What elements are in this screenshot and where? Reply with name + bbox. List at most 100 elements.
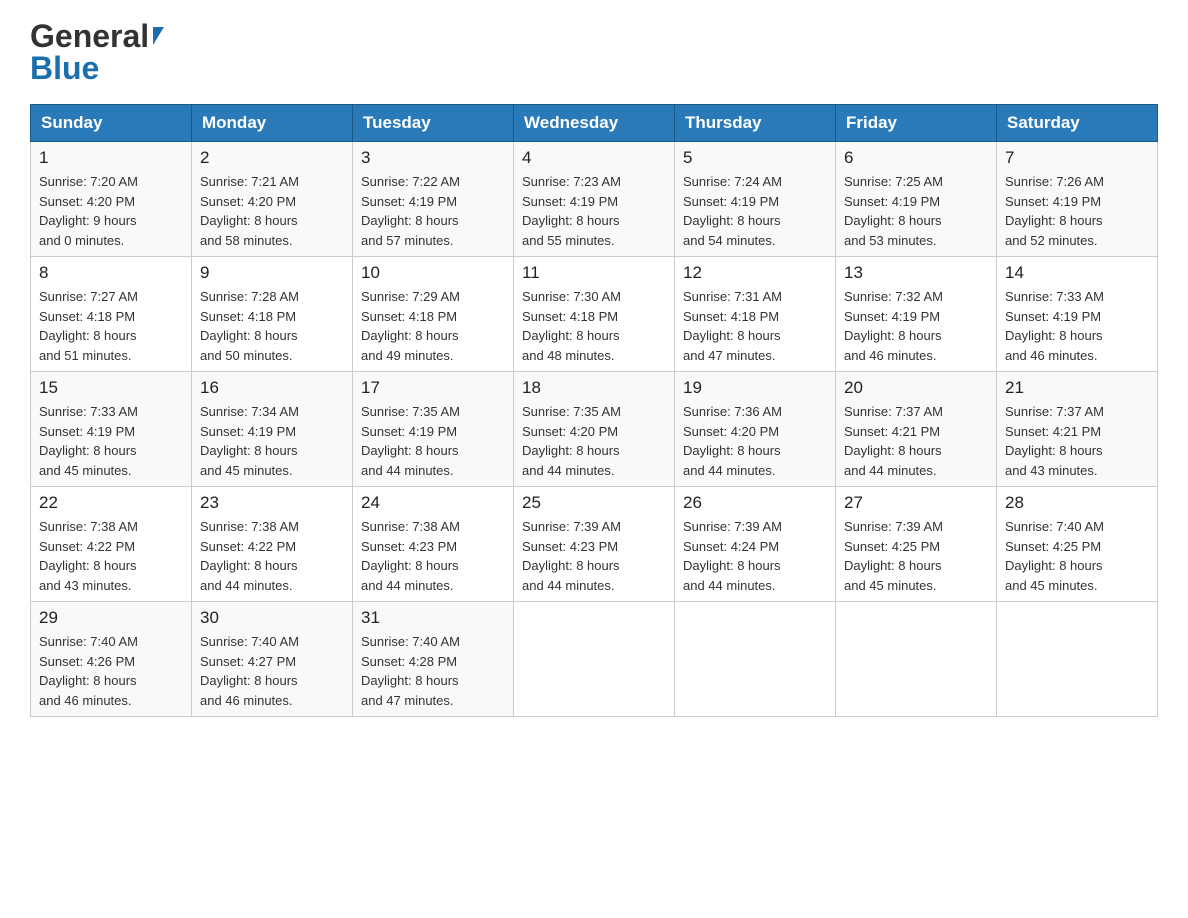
calendar-cell (514, 602, 675, 717)
day-number: 29 (39, 608, 183, 628)
day-number: 3 (361, 148, 505, 168)
calendar-cell: 9 Sunrise: 7:28 AMSunset: 4:18 PMDayligh… (192, 257, 353, 372)
calendar-cell: 29 Sunrise: 7:40 AMSunset: 4:26 PMDaylig… (31, 602, 192, 717)
day-number: 23 (200, 493, 344, 513)
day-info: Sunrise: 7:25 AMSunset: 4:19 PMDaylight:… (844, 174, 943, 248)
day-info: Sunrise: 7:29 AMSunset: 4:18 PMDaylight:… (361, 289, 460, 363)
day-number: 4 (522, 148, 666, 168)
week-row-2: 8 Sunrise: 7:27 AMSunset: 4:18 PMDayligh… (31, 257, 1158, 372)
calendar-cell: 25 Sunrise: 7:39 AMSunset: 4:23 PMDaylig… (514, 487, 675, 602)
day-number: 15 (39, 378, 183, 398)
calendar-cell: 3 Sunrise: 7:22 AMSunset: 4:19 PMDayligh… (353, 142, 514, 257)
day-info: Sunrise: 7:21 AMSunset: 4:20 PMDaylight:… (200, 174, 299, 248)
day-number: 31 (361, 608, 505, 628)
day-number: 26 (683, 493, 827, 513)
day-info: Sunrise: 7:38 AMSunset: 4:22 PMDaylight:… (39, 519, 138, 593)
day-info: Sunrise: 7:39 AMSunset: 4:23 PMDaylight:… (522, 519, 621, 593)
calendar-cell: 28 Sunrise: 7:40 AMSunset: 4:25 PMDaylig… (997, 487, 1158, 602)
day-number: 30 (200, 608, 344, 628)
calendar-cell: 19 Sunrise: 7:36 AMSunset: 4:20 PMDaylig… (675, 372, 836, 487)
day-info: Sunrise: 7:40 AMSunset: 4:26 PMDaylight:… (39, 634, 138, 708)
logo-blue-text: Blue (30, 52, 99, 84)
day-info: Sunrise: 7:32 AMSunset: 4:19 PMDaylight:… (844, 289, 943, 363)
day-number: 8 (39, 263, 183, 283)
day-number: 11 (522, 263, 666, 283)
day-number: 20 (844, 378, 988, 398)
week-row-1: 1 Sunrise: 7:20 AMSunset: 4:20 PMDayligh… (31, 142, 1158, 257)
day-info: Sunrise: 7:33 AMSunset: 4:19 PMDaylight:… (1005, 289, 1104, 363)
calendar-cell: 2 Sunrise: 7:21 AMSunset: 4:20 PMDayligh… (192, 142, 353, 257)
day-info: Sunrise: 7:24 AMSunset: 4:19 PMDaylight:… (683, 174, 782, 248)
day-number: 7 (1005, 148, 1149, 168)
calendar-cell: 5 Sunrise: 7:24 AMSunset: 4:19 PMDayligh… (675, 142, 836, 257)
day-number: 18 (522, 378, 666, 398)
calendar-cell: 26 Sunrise: 7:39 AMSunset: 4:24 PMDaylig… (675, 487, 836, 602)
day-number: 13 (844, 263, 988, 283)
calendar-cell: 17 Sunrise: 7:35 AMSunset: 4:19 PMDaylig… (353, 372, 514, 487)
day-info: Sunrise: 7:35 AMSunset: 4:19 PMDaylight:… (361, 404, 460, 478)
calendar-cell: 13 Sunrise: 7:32 AMSunset: 4:19 PMDaylig… (836, 257, 997, 372)
day-number: 25 (522, 493, 666, 513)
calendar-cell: 11 Sunrise: 7:30 AMSunset: 4:18 PMDaylig… (514, 257, 675, 372)
calendar-cell: 21 Sunrise: 7:37 AMSunset: 4:21 PMDaylig… (997, 372, 1158, 487)
day-info: Sunrise: 7:38 AMSunset: 4:23 PMDaylight:… (361, 519, 460, 593)
calendar-cell (675, 602, 836, 717)
calendar-cell: 18 Sunrise: 7:35 AMSunset: 4:20 PMDaylig… (514, 372, 675, 487)
calendar-cell (836, 602, 997, 717)
day-info: Sunrise: 7:40 AMSunset: 4:25 PMDaylight:… (1005, 519, 1104, 593)
day-number: 17 (361, 378, 505, 398)
calendar-cell: 22 Sunrise: 7:38 AMSunset: 4:22 PMDaylig… (31, 487, 192, 602)
day-info: Sunrise: 7:37 AMSunset: 4:21 PMDaylight:… (844, 404, 943, 478)
day-number: 6 (844, 148, 988, 168)
day-number: 28 (1005, 493, 1149, 513)
day-number: 1 (39, 148, 183, 168)
week-row-5: 29 Sunrise: 7:40 AMSunset: 4:26 PMDaylig… (31, 602, 1158, 717)
calendar-cell: 30 Sunrise: 7:40 AMSunset: 4:27 PMDaylig… (192, 602, 353, 717)
day-info: Sunrise: 7:40 AMSunset: 4:27 PMDaylight:… (200, 634, 299, 708)
week-row-3: 15 Sunrise: 7:33 AMSunset: 4:19 PMDaylig… (31, 372, 1158, 487)
day-info: Sunrise: 7:37 AMSunset: 4:21 PMDaylight:… (1005, 404, 1104, 478)
week-row-4: 22 Sunrise: 7:38 AMSunset: 4:22 PMDaylig… (31, 487, 1158, 602)
page-header: General Blue (30, 20, 1158, 84)
calendar-cell: 20 Sunrise: 7:37 AMSunset: 4:21 PMDaylig… (836, 372, 997, 487)
header-sunday: Sunday (31, 105, 192, 142)
day-number: 2 (200, 148, 344, 168)
calendar-cell: 14 Sunrise: 7:33 AMSunset: 4:19 PMDaylig… (997, 257, 1158, 372)
calendar-cell: 7 Sunrise: 7:26 AMSunset: 4:19 PMDayligh… (997, 142, 1158, 257)
day-info: Sunrise: 7:22 AMSunset: 4:19 PMDaylight:… (361, 174, 460, 248)
calendar-cell: 24 Sunrise: 7:38 AMSunset: 4:23 PMDaylig… (353, 487, 514, 602)
day-info: Sunrise: 7:33 AMSunset: 4:19 PMDaylight:… (39, 404, 138, 478)
day-number: 12 (683, 263, 827, 283)
logo: General Blue (30, 20, 164, 84)
day-info: Sunrise: 7:31 AMSunset: 4:18 PMDaylight:… (683, 289, 782, 363)
day-number: 5 (683, 148, 827, 168)
day-number: 19 (683, 378, 827, 398)
header-friday: Friday (836, 105, 997, 142)
day-info: Sunrise: 7:35 AMSunset: 4:20 PMDaylight:… (522, 404, 621, 478)
calendar-cell: 23 Sunrise: 7:38 AMSunset: 4:22 PMDaylig… (192, 487, 353, 602)
calendar-cell: 31 Sunrise: 7:40 AMSunset: 4:28 PMDaylig… (353, 602, 514, 717)
calendar-header: SundayMondayTuesdayWednesdayThursdayFrid… (31, 105, 1158, 142)
header-thursday: Thursday (675, 105, 836, 142)
day-number: 10 (361, 263, 505, 283)
calendar-cell: 27 Sunrise: 7:39 AMSunset: 4:25 PMDaylig… (836, 487, 997, 602)
calendar-cell: 10 Sunrise: 7:29 AMSunset: 4:18 PMDaylig… (353, 257, 514, 372)
day-info: Sunrise: 7:36 AMSunset: 4:20 PMDaylight:… (683, 404, 782, 478)
day-info: Sunrise: 7:20 AMSunset: 4:20 PMDaylight:… (39, 174, 138, 248)
day-info: Sunrise: 7:39 AMSunset: 4:24 PMDaylight:… (683, 519, 782, 593)
header-tuesday: Tuesday (353, 105, 514, 142)
calendar-body: 1 Sunrise: 7:20 AMSunset: 4:20 PMDayligh… (31, 142, 1158, 717)
day-number: 27 (844, 493, 988, 513)
logo-flag-icon (153, 27, 164, 45)
calendar-cell (997, 602, 1158, 717)
day-header-row: SundayMondayTuesdayWednesdayThursdayFrid… (31, 105, 1158, 142)
calendar-cell: 1 Sunrise: 7:20 AMSunset: 4:20 PMDayligh… (31, 142, 192, 257)
header-monday: Monday (192, 105, 353, 142)
calendar-cell: 4 Sunrise: 7:23 AMSunset: 4:19 PMDayligh… (514, 142, 675, 257)
day-info: Sunrise: 7:26 AMSunset: 4:19 PMDaylight:… (1005, 174, 1104, 248)
calendar-cell: 15 Sunrise: 7:33 AMSunset: 4:19 PMDaylig… (31, 372, 192, 487)
header-saturday: Saturday (997, 105, 1158, 142)
calendar-table: SundayMondayTuesdayWednesdayThursdayFrid… (30, 104, 1158, 717)
day-info: Sunrise: 7:27 AMSunset: 4:18 PMDaylight:… (39, 289, 138, 363)
day-info: Sunrise: 7:34 AMSunset: 4:19 PMDaylight:… (200, 404, 299, 478)
